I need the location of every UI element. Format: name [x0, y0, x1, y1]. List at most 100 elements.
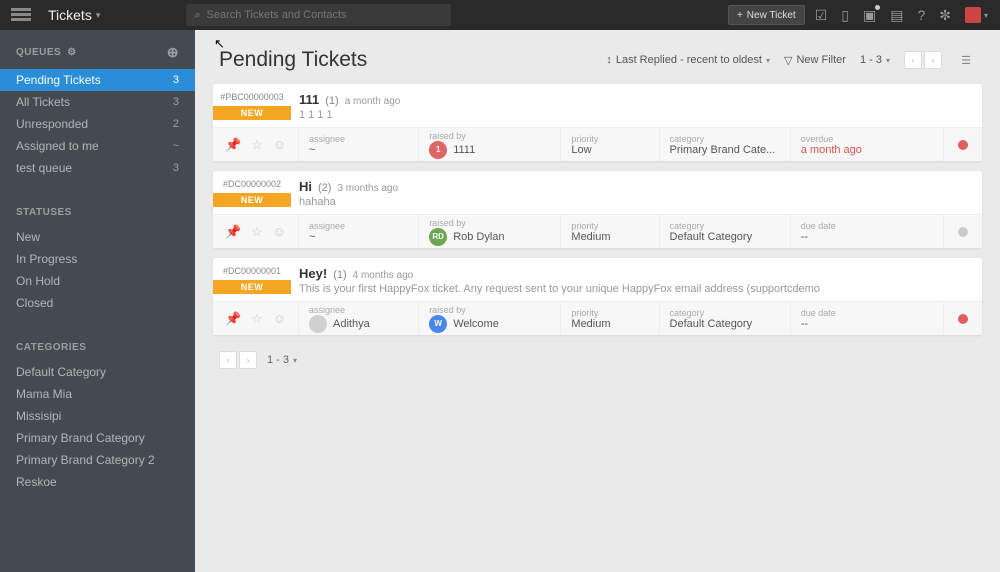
sidebar-category-item[interactable]: Reskoe	[0, 471, 195, 493]
field-value-priority: Medium	[571, 318, 648, 330]
sidebar-item-label: test queue	[16, 161, 72, 175]
sidebar-status-item[interactable]: In Progress	[0, 248, 195, 270]
field-value-raised-by: W Welcome	[429, 315, 550, 333]
face-icon[interactable]: ☺	[273, 137, 286, 152]
pager-prev-button[interactable]: ‹	[219, 351, 237, 369]
field-value-assignee: Adithya	[309, 315, 408, 333]
sidebar-queue-item[interactable]: Assigned to me~	[0, 135, 195, 157]
chevron-down-icon: ▾	[886, 56, 890, 65]
ticket-reply-count: (2)	[318, 182, 331, 194]
filter-dropdown[interactable]: ▽ New Filter	[784, 54, 846, 67]
pin-icon[interactable]: 📌	[225, 224, 241, 240]
ticket-status-badge: NEW	[213, 106, 291, 120]
face-icon[interactable]: ☺	[273, 224, 286, 239]
ticket-time: 3 months ago	[337, 183, 398, 194]
chart-icon[interactable]: ▤	[890, 7, 903, 24]
search-input[interactable]	[207, 9, 444, 21]
field-label-category: category	[670, 134, 780, 144]
sidebar-status-item[interactable]: On Hold	[0, 270, 195, 292]
assignee-avatar	[309, 315, 327, 333]
view-toggle-button[interactable]: ☰	[956, 50, 976, 70]
field-label-raised-by: raised by	[429, 131, 550, 141]
sidebar-queue-item[interactable]: All Tickets3	[0, 91, 195, 113]
sort-dropdown[interactable]: ↕ Last Replied - recent to oldest ▾	[606, 54, 770, 66]
filter-icon: ▽	[784, 54, 792, 67]
sidebar-status-item[interactable]: New	[0, 226, 195, 248]
field-label-due: due date	[801, 308, 933, 318]
categories-heading: CATEGORIES	[16, 342, 179, 353]
ticket-id: #DC00000002	[213, 179, 291, 189]
sidebar-category-item[interactable]: Missisipi	[0, 405, 195, 427]
field-label-priority: priority	[571, 308, 648, 318]
page-range-dropdown[interactable]: 1 - 3 ▾	[267, 354, 297, 366]
sidebar-item-label: Unresponded	[16, 117, 88, 131]
book-icon[interactable]: ▯	[841, 7, 849, 24]
page-range-label: 1 - 3	[267, 354, 289, 366]
sidebar-item-label: In Progress	[16, 252, 77, 266]
ticket-card[interactable]: #DC00000001 NEW Hey! (1) 4 months ago Th…	[213, 258, 982, 335]
field-value-due: --	[801, 318, 933, 330]
ticket-id: #PBC00000003	[213, 92, 291, 102]
ticket-subject: Hey!	[299, 266, 327, 281]
user-menu[interactable]: ▾	[965, 7, 988, 23]
sidebar-category-item[interactable]: Mama Mia	[0, 383, 195, 405]
sidebar-queue-item[interactable]: Pending Tickets3	[0, 69, 195, 91]
raised-by-avatar: W	[429, 315, 447, 333]
pager-next-button[interactable]: ›	[924, 51, 942, 69]
gear-icon[interactable]: ⚙	[67, 47, 76, 58]
ticket-preview: hahaha	[299, 196, 982, 208]
check-icon[interactable]: ☑	[815, 7, 828, 24]
field-value-priority: Medium	[571, 231, 648, 243]
new-ticket-button[interactable]: + New Ticket	[728, 5, 805, 25]
sidebar-status-item[interactable]: Closed	[0, 292, 195, 314]
pin-icon[interactable]: 📌	[225, 137, 241, 153]
search-box[interactable]: ⌕	[186, 4, 451, 26]
field-label-raised-by: raised by	[429, 218, 550, 228]
pin-icon[interactable]: 📌	[225, 311, 241, 327]
add-queue-button[interactable]: ⊕	[167, 44, 179, 61]
sidebar-category-item[interactable]: Primary Brand Category	[0, 427, 195, 449]
queues-heading: QUEUES ⚙ ⊕	[16, 44, 179, 61]
star-icon[interactable]: ☆	[251, 137, 263, 153]
main-content: Pending Tickets ↕ Last Replied - recent …	[195, 30, 1000, 572]
statuses-heading: STATUSES	[16, 207, 179, 218]
sidebar-item-count: ~	[173, 140, 179, 152]
sidebar-item-label: All Tickets	[16, 95, 70, 109]
face-icon[interactable]: ☺	[273, 311, 286, 326]
sidebar-item-label: Default Category	[16, 365, 106, 379]
field-value-category: Primary Brand Cate...	[670, 144, 780, 156]
help-icon[interactable]: ?	[917, 7, 925, 23]
gear-icon[interactable]: ✼	[939, 7, 951, 24]
field-label-due: overdue	[801, 134, 933, 144]
search-icon: ⌕	[194, 9, 200, 22]
module-title: Tickets	[48, 7, 92, 23]
star-icon[interactable]: ☆	[251, 224, 263, 240]
sidebar-item-label: Closed	[16, 296, 53, 310]
sidebar-category-item[interactable]: Default Category	[0, 361, 195, 383]
field-value-assignee: ~	[309, 144, 408, 156]
ticket-card[interactable]: #DC00000002 NEW Hi (2) 3 months ago haha…	[213, 171, 982, 248]
topbar: Tickets ▾ ⌕ + New Ticket ☑ ▯ ▣ ▤ ? ✼ ▾	[0, 0, 1000, 30]
raised-by-avatar: 1	[429, 141, 447, 159]
field-label-category: category	[670, 221, 780, 231]
filter-label: New Filter	[796, 54, 846, 66]
field-label-category: category	[670, 308, 780, 318]
pager-prev-button[interactable]: ‹	[904, 51, 922, 69]
field-value-assignee: ~	[309, 231, 408, 243]
raised-by-avatar: RD	[429, 228, 447, 246]
pager-next-button[interactable]: ›	[239, 351, 257, 369]
inbox-icon[interactable]: ▣	[863, 7, 876, 24]
app-logo[interactable]	[0, 8, 42, 22]
field-label-assignee: assignee	[309, 134, 408, 144]
sidebar-queue-item[interactable]: Unresponded2	[0, 113, 195, 135]
star-icon[interactable]: ☆	[251, 311, 263, 327]
page-range-dropdown[interactable]: 1 - 3 ▾	[860, 54, 890, 66]
field-value-category: Default Category	[670, 231, 780, 243]
sort-icon: ↕	[606, 54, 612, 66]
sidebar-queue-item[interactable]: test queue 3	[0, 157, 195, 179]
field-value-due: --	[801, 231, 933, 243]
sidebar-item-count: 3	[173, 162, 179, 174]
module-switcher[interactable]: Tickets ▾	[42, 7, 106, 23]
ticket-card[interactable]: #PBC00000003 NEW 111 (1) a month ago 1 1…	[213, 84, 982, 161]
sidebar-category-item[interactable]: Primary Brand Category 2	[0, 449, 195, 471]
